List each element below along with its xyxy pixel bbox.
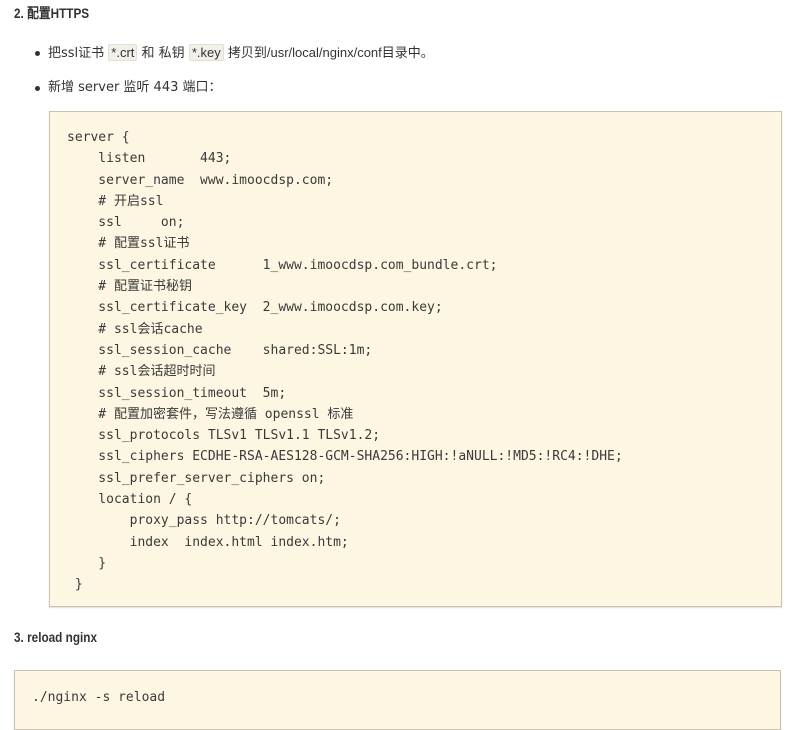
section-heading-reload-nginx: 3. reload nginx: [14, 629, 98, 645]
code-line: listen 443;: [67, 151, 232, 167]
code-line: # 配置ssl证书: [67, 236, 190, 252]
code-line: proxy_pass http://tomcats/;: [67, 513, 341, 529]
bullet-dot-icon: [35, 86, 40, 91]
code-line: server_name www.imoocdsp.com;: [67, 172, 334, 188]
code-line: ssl_session_cache shared:SSL:1m;: [67, 342, 373, 358]
list-item-text: 把ssl证书: [48, 46, 109, 61]
code-line: ssl on;: [67, 215, 185, 231]
code-block-server-config[interactable]: server { listen 443; server_name www.imo…: [49, 111, 782, 607]
code-line: ssl_protocols TLSv1 TLSv1.1 TLSv1.2;: [67, 428, 381, 444]
inline-code-crt: *.crt: [108, 44, 138, 61]
code-line: # 配置证书秘钥: [67, 279, 192, 295]
list-item-text: 和 私钥: [137, 46, 189, 61]
code-content: server { listen 443; server_name www.imo…: [67, 127, 623, 596]
code-line: ssl_session_timeout 5m;: [67, 385, 287, 401]
code-content: ./nginx -s reload: [32, 687, 165, 708]
bullet-dot-icon: [35, 51, 40, 56]
instruction-list: 把ssl证书 *.crt 和 私钥 *.key 拷贝到/usr/local/ng…: [0, 40, 434, 110]
code-line: # ssl会话超时时间: [67, 364, 216, 380]
list-item: 把ssl证书 *.crt 和 私钥 *.key 拷贝到/usr/local/ng…: [0, 40, 434, 66]
code-line: ssl_certificate_key 2_www.imoocdsp.com.k…: [67, 300, 443, 316]
code-line: ssl_ciphers ECDHE-RSA-AES128-GCM-SHA256:…: [67, 449, 623, 465]
list-item: 新增 server 监听 443 端口：: [0, 75, 434, 101]
list-item-text: 目录中。: [381, 46, 434, 61]
code-line: ./nginx -s reload: [32, 690, 166, 705]
list-item-text: 拷贝到: [223, 46, 267, 61]
inline-path: /usr/local/nginx/conf: [266, 45, 382, 60]
code-line: }: [67, 555, 107, 571]
inline-code-key: *.key: [188, 44, 224, 61]
code-line: index index.html index.htm;: [67, 534, 349, 550]
section-heading-configure-https: 2. 配置HTTPS: [14, 5, 90, 21]
code-line: ssl_prefer_server_ciphers on;: [67, 470, 326, 486]
list-item-text: 新增 server 监听 443 端口：: [48, 80, 222, 95]
code-line: location / {: [67, 492, 193, 508]
code-line: }: [67, 577, 83, 593]
code-line: # 配置加密套件，写法遵循 openssl 标准: [67, 406, 354, 422]
code-block-reload-command[interactable]: ./nginx -s reload: [14, 670, 781, 730]
code-line: ssl_certificate 1_www.imoocdsp.com_bundl…: [67, 257, 498, 273]
code-line: server {: [67, 130, 130, 145]
code-line: # ssl会话cache: [67, 321, 203, 337]
code-line: # 开启ssl: [67, 193, 164, 209]
